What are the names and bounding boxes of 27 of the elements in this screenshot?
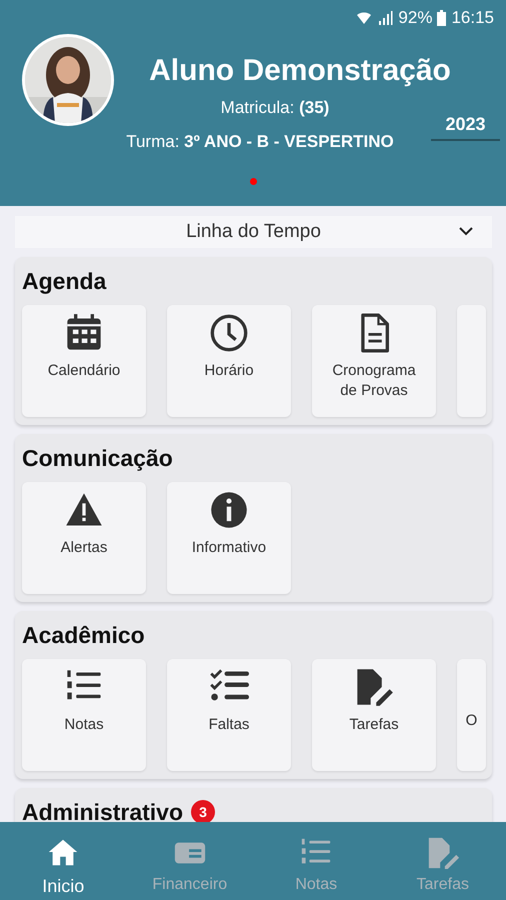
section-title: Agenda xyxy=(22,268,106,294)
signal-icon xyxy=(377,10,394,26)
view-dropdown[interactable]: Linha do Tempo xyxy=(15,216,492,248)
clock-time: 16:15 xyxy=(451,8,494,28)
battery-icon xyxy=(437,10,446,26)
chevron-down-icon xyxy=(458,226,474,236)
info-icon xyxy=(209,490,249,530)
section-title: Comunicação xyxy=(22,444,173,472)
menu-tile[interactable]: Horário xyxy=(167,305,291,417)
menu-tile[interactable]: Cronograma de Provas xyxy=(312,305,436,417)
wifi-icon xyxy=(356,10,372,26)
menu-tile[interactable]: Informativo xyxy=(167,482,291,594)
section-title: Acadêmico xyxy=(22,622,145,648)
battery-level: 92% xyxy=(398,8,432,28)
menu-tile[interactable] xyxy=(457,305,486,417)
student-name: Aluno Demonstração xyxy=(149,54,451,88)
menu-tile[interactable]: Notas xyxy=(22,659,146,771)
count-badge: 3 xyxy=(191,800,216,824)
menu-tile[interactable]: Tarefas xyxy=(312,659,436,771)
clock-icon xyxy=(209,313,249,353)
menu-tile[interactable]: Alertas xyxy=(22,482,146,594)
menu-tile[interactable]: Calendário xyxy=(22,305,146,417)
menu-tile[interactable]: O xyxy=(457,659,486,771)
year-selector[interactable]: 2023 xyxy=(431,114,500,141)
class-text: Turma: 3º ANO - B - VESPERTINO xyxy=(126,132,394,152)
enrollment-text: Matricula: (35) xyxy=(220,98,330,118)
menu-tile[interactable]: Faltas xyxy=(167,659,291,771)
